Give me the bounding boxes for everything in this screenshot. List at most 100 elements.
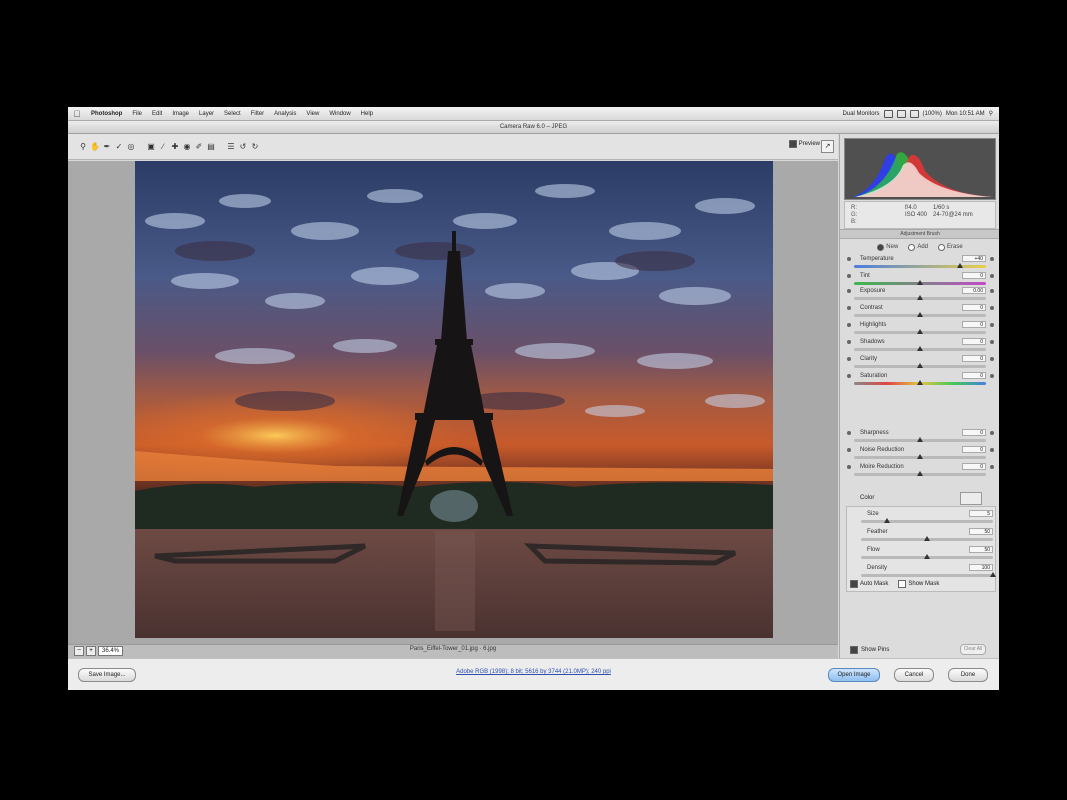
adjustment-slider-thumb[interactable]	[917, 437, 923, 442]
mode-erase[interactable]: Erase	[938, 242, 963, 252]
increase-icon[interactable]	[990, 431, 994, 435]
mode-new-radio[interactable]	[877, 243, 885, 251]
brush-slider-thumb[interactable]	[924, 554, 930, 559]
brush-slider-row[interactable]: Feather 50	[847, 528, 999, 546]
adjustment-slider-value[interactable]: 0	[962, 304, 986, 311]
eiffel-tower-photo[interactable]	[135, 161, 773, 638]
adjustment-slider-value[interactable]: 0	[962, 463, 986, 470]
adjustment-slider-value[interactable]: 0	[962, 338, 986, 345]
apple-menu-icon[interactable]: 	[68, 109, 86, 119]
menu-file[interactable]: File	[127, 111, 147, 117]
color-sampler-tool-icon[interactable]: ✓	[114, 142, 124, 152]
brush-slider-thumb[interactable]	[924, 536, 930, 541]
spotlight-icon[interactable]: ⚲	[989, 110, 993, 117]
menu-image[interactable]: Image	[167, 111, 194, 117]
spot-removal-tool-icon[interactable]: ✚	[170, 142, 180, 152]
brush-slider-track[interactable]	[861, 520, 993, 523]
adjustment-slider-row[interactable]: Temperature +40	[840, 255, 999, 273]
adjustment-slider-thumb[interactable]	[917, 329, 923, 334]
adjustment-slider-value[interactable]: 0	[962, 372, 986, 379]
decrease-icon[interactable]	[847, 306, 851, 310]
auto-mask-checkbox[interactable]	[850, 580, 858, 588]
show-pins-option[interactable]: Show Pins	[850, 646, 889, 654]
brush-slider-value[interactable]: 5	[969, 510, 993, 517]
increase-icon[interactable]	[990, 257, 994, 261]
targeted-adjustment-tool-icon[interactable]: ◎	[126, 142, 136, 152]
adjustment-slider-row[interactable]: Sharpness 0	[840, 429, 999, 447]
cancel-button[interactable]: Cancel	[894, 668, 934, 682]
increase-icon[interactable]	[990, 289, 994, 293]
increase-icon[interactable]	[990, 274, 994, 278]
battery-icon[interactable]	[909, 109, 919, 118]
adjustment-slider-thumb[interactable]	[956, 263, 963, 268]
adjustment-slider-thumb[interactable]	[917, 454, 923, 459]
adjustment-slider-thumb[interactable]	[917, 295, 923, 300]
wifi-icon[interactable]	[883, 109, 893, 118]
preferences-icon[interactable]: ☰	[226, 142, 236, 152]
mode-add-radio[interactable]	[908, 243, 916, 251]
decrease-icon[interactable]	[847, 340, 851, 344]
adjustment-slider-thumb[interactable]	[917, 471, 923, 476]
adjustment-slider-value[interactable]: 0	[962, 446, 986, 453]
zoom-tool-icon[interactable]: ⚲	[78, 142, 88, 152]
image-canvas[interactable]	[68, 161, 838, 644]
show-mask-checkbox[interactable]	[898, 580, 907, 588]
increase-icon[interactable]	[990, 448, 994, 452]
adjustment-slider-row[interactable]: Exposure 0.00	[840, 287, 999, 305]
menu-filter[interactable]: Filter	[246, 111, 269, 117]
decrease-icon[interactable]	[847, 374, 851, 378]
done-button[interactable]: Done	[948, 668, 988, 682]
decrease-icon[interactable]	[847, 431, 851, 435]
brush-slider-thumb[interactable]	[884, 518, 891, 523]
fullscreen-button[interactable]: ↗	[821, 140, 834, 153]
brush-slider-track[interactable]	[861, 574, 993, 577]
mode-erase-radio[interactable]	[938, 243, 945, 251]
adjustment-slider-row[interactable]: Clarity 0	[840, 355, 999, 373]
menu-select[interactable]: Select	[219, 111, 246, 117]
graduated-filter-tool-icon[interactable]: ▤	[206, 142, 216, 152]
adjustment-slider-row[interactable]: Saturation 0	[840, 372, 999, 390]
brush-slider-value[interactable]: 50	[969, 528, 993, 535]
rotate-left-icon[interactable]: ↺	[238, 142, 248, 152]
increase-icon[interactable]	[990, 357, 994, 361]
open-image-button[interactable]: Open Image	[828, 668, 880, 682]
decrease-icon[interactable]	[847, 274, 851, 278]
decrease-icon[interactable]	[847, 448, 851, 452]
decrease-icon[interactable]	[847, 257, 851, 261]
menu-edit[interactable]: Edit	[147, 111, 167, 117]
hand-tool-icon[interactable]: ✋	[90, 142, 100, 152]
mode-new[interactable]: New	[877, 242, 898, 252]
show-pins-checkbox[interactable]	[850, 646, 858, 654]
white-balance-tool-icon[interactable]: ✒	[102, 142, 112, 152]
adjustment-slider-row[interactable]: Noise Reduction 0	[840, 446, 999, 464]
decrease-icon[interactable]	[847, 465, 851, 469]
show-mask-option[interactable]: Show Mask	[898, 580, 939, 588]
adjustment-slider-track[interactable]	[854, 265, 986, 268]
preview-checkbox[interactable]	[788, 140, 797, 148]
volume-icon[interactable]	[896, 109, 906, 118]
mode-add[interactable]: Add	[908, 242, 928, 252]
rotate-right-icon[interactable]: ↻	[250, 142, 260, 152]
straighten-tool-icon[interactable]: ∕	[158, 142, 168, 152]
adjustment-slider-thumb[interactable]	[917, 312, 923, 317]
adjustment-slider-thumb[interactable]	[917, 280, 923, 285]
adjustment-slider-row[interactable]: Shadows 0	[840, 338, 999, 356]
increase-icon[interactable]	[990, 306, 994, 310]
adjustment-brush-tool-icon[interactable]: ✐	[194, 142, 204, 152]
adjustment-slider-row[interactable]: Highlights 0	[840, 321, 999, 339]
decrease-icon[interactable]	[847, 289, 851, 293]
increase-icon[interactable]	[990, 374, 994, 378]
adjustment-slider-row[interactable]: Contrast 0	[840, 304, 999, 322]
adjustment-slider-value[interactable]: 0.00	[962, 287, 986, 294]
menubar-clock[interactable]: Mon 10:51 AM	[946, 111, 985, 117]
brush-slider-value[interactable]: 50	[969, 546, 993, 553]
menu-app-name[interactable]: Photoshop	[86, 111, 127, 117]
brush-slider-row[interactable]: Size 5	[847, 510, 999, 528]
adjustment-slider-thumb[interactable]	[917, 363, 923, 368]
preview-toggle[interactable]: Preview	[788, 140, 820, 148]
menu-window[interactable]: Window	[324, 111, 355, 117]
adjustment-slider-value[interactable]: +40	[962, 255, 986, 262]
adjustment-slider-value[interactable]: 0	[962, 321, 986, 328]
auto-mask-option[interactable]: Auto Mask	[850, 580, 888, 588]
menu-layer[interactable]: Layer	[194, 111, 219, 117]
